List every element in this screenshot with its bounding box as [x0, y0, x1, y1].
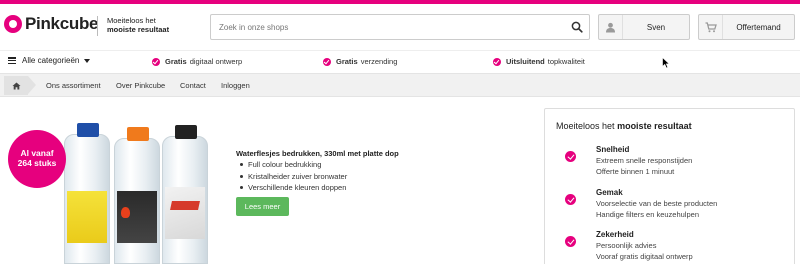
logo-divider — [97, 16, 98, 36]
check-icon — [565, 236, 576, 247]
list-item: Kristalheider zuiver bronwater — [240, 171, 347, 183]
search-input[interactable] — [211, 15, 551, 39]
hero-title: Waterflesjes bedrukken, 330ml met platte… — [236, 149, 399, 158]
nav-link-over[interactable]: Over Pinkcube — [116, 81, 165, 90]
price-badge: Al vanaf 264 stuks — [8, 130, 66, 188]
hamburger-icon — [8, 57, 16, 64]
quote-label: Offertemand — [736, 22, 781, 32]
usp-text: topkwaliteit — [547, 57, 585, 66]
site-header: Pinkcube Moeiteloos het mooiste resultaa… — [0, 4, 800, 48]
feature-title: Zekerheid — [596, 230, 634, 239]
quote-basket-button[interactable]: Offertemand — [698, 14, 795, 40]
hero-feature-list: Full colour bedrukking Kristalheider zui… — [240, 159, 347, 194]
feature-title: Snelheid — [596, 145, 630, 154]
tagline-line2: mooiste resultaat — [107, 25, 170, 34]
logo-mark-icon — [4, 15, 22, 33]
check-icon — [565, 194, 576, 205]
logo-text: Pinkcube — [25, 14, 99, 33]
bottle-black — [162, 125, 208, 264]
account-label: Sven — [646, 22, 666, 32]
usp-side-panel: Moeiteloos het mooiste resultaat Snelhei… — [544, 108, 795, 264]
caret-down-icon — [84, 58, 91, 63]
bottle-label-yellow — [67, 191, 107, 243]
category-menu-label: Alle categorieën — [22, 56, 80, 65]
bottle-label-dark — [117, 191, 157, 243]
tagline-line1: Moeiteloos het — [107, 16, 156, 25]
badge-line2: 264 stuks — [17, 158, 57, 168]
bottle-cap-black — [175, 125, 197, 139]
mouse-cursor-icon — [662, 57, 670, 69]
main-nav-bar: Ons assortiment Over Pinkcube Contact In… — [0, 73, 800, 97]
check-icon — [152, 57, 160, 66]
usp-text: verzending — [360, 57, 398, 66]
side-panel-title: Moeiteloos het mooiste resultaat — [556, 121, 692, 131]
usp-text: digitaal ontwerp — [189, 57, 243, 66]
side-title-normal: Moeiteloos het — [556, 121, 615, 131]
header-tagline: Moeiteloos het mooiste resultaat — [107, 16, 169, 34]
feature-line: Vooraf gratis digitaal ontwerp — [596, 252, 693, 261]
check-icon — [565, 151, 576, 162]
feature-line: Offerte binnen 1 minuut — [596, 167, 675, 176]
flame-icon — [121, 207, 130, 218]
bottle-orange — [114, 127, 160, 264]
quote-icon-box — [699, 15, 723, 39]
nav-link-inloggen[interactable]: Inloggen — [221, 81, 250, 90]
user-icon — [606, 22, 615, 32]
graffiti-mark — [170, 201, 200, 210]
tagline-line2-wrap: mooiste resultaat — [107, 25, 169, 34]
feature-line: Voorselectie van de beste producten — [596, 199, 718, 208]
usp-bar: Alle categorieën Gratis digitaal ontwerp… — [0, 50, 800, 72]
usp-item: Gratis verzending — [323, 57, 397, 66]
feature-line: Extreem snelle responstijden — [596, 156, 693, 165]
account-button[interactable]: Sven — [598, 14, 690, 40]
cart-icon — [705, 21, 717, 32]
nav-link-contact[interactable]: Contact — [180, 81, 206, 90]
bottle-blue — [64, 123, 110, 264]
usp-bold: Gratis — [165, 57, 187, 66]
product-image-bottles — [58, 122, 218, 264]
list-item: Full colour bedrukking — [240, 159, 347, 171]
read-more-button[interactable]: Lees meer — [236, 197, 289, 216]
home-icon — [12, 82, 20, 89]
badge-line1: Al vanaf — [20, 148, 54, 158]
feature-line: Persoonlijk advies — [596, 241, 657, 250]
feature-title: Gemak — [596, 188, 623, 197]
hero-banner: Al vanaf 264 stuks Waterflesjes bedrukke… — [0, 100, 540, 264]
bottle-label-graffiti — [165, 187, 205, 239]
category-menu[interactable]: Alle categorieën — [8, 56, 91, 65]
list-item: Verschillende kleuren doppen — [240, 182, 347, 194]
search-box — [210, 14, 590, 40]
home-button[interactable] — [4, 76, 36, 95]
usp-item: Uitsluitend topkwaliteit — [493, 57, 585, 66]
usp-item: Gratis digitaal ontwerp — [152, 57, 242, 66]
account-icon-box — [599, 15, 623, 39]
bottle-cap-orange — [127, 127, 149, 141]
bottle-cap-blue — [77, 123, 99, 137]
feature-line: Handige filters en keuzehulpen — [596, 210, 699, 219]
nav-link-assortiment[interactable]: Ons assortiment — [46, 81, 101, 90]
side-title-bold: mooiste resultaat — [617, 121, 692, 131]
search-icon[interactable] — [571, 21, 583, 33]
usp-bold: Gratis — [336, 57, 358, 66]
check-icon — [493, 57, 501, 66]
check-icon — [323, 57, 331, 66]
pinkcube-logo[interactable]: Pinkcube — [4, 14, 98, 34]
usp-bold: Uitsluitend — [506, 57, 545, 66]
